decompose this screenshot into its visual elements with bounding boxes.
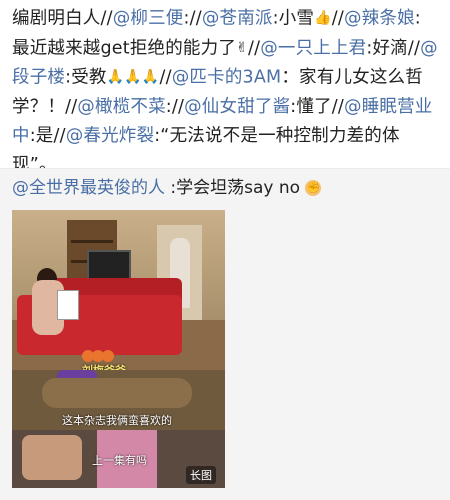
- user-mention-link[interactable]: @辣条娘: [344, 9, 415, 29]
- user-mention-link[interactable]: @一只上上君: [260, 38, 366, 58]
- subtitle-caption: 上一集有吗: [92, 454, 147, 467]
- text-segment: //: [247, 38, 261, 58]
- text-segment: :小雪: [272, 8, 315, 29]
- subtitle-caption: 这本杂志我俩蛮喜欢的: [62, 414, 172, 427]
- long-image-badge: 长图: [186, 466, 216, 484]
- retweet-body: :学会坦荡say no: [165, 178, 301, 198]
- text-segment: :懂了//: [290, 96, 344, 117]
- thumbs-up-icon: 👍: [314, 10, 332, 26]
- text-segment: //: [159, 67, 172, 88]
- user-mention-link[interactable]: @全世界最英俊的人: [12, 178, 165, 198]
- text-segment: ://: [183, 8, 202, 29]
- text-segment: :好滴//: [366, 38, 421, 58]
- subtitle-caption: 刘梅爸爸: [82, 362, 126, 370]
- user-mention-link[interactable]: @仙女甜了酱: [184, 97, 290, 117]
- user-mention-link[interactable]: @橄榄不菜: [77, 97, 166, 117]
- text-segment: 编剧明白人//: [12, 8, 113, 29]
- tv-scene-living-room: 刘梅爸爸: [12, 210, 225, 370]
- folded-hands-icon: 🙏🙏🙏: [106, 69, 160, 85]
- text-segment: ://: [165, 96, 185, 117]
- text-segment: :受教: [65, 67, 107, 88]
- repost-chain-text: 编剧明白人//@柳三便://@苍南派:小雪👍//@辣条娘:最近越来越get拒绝的…: [12, 4, 438, 180]
- long-image-thumbnail[interactable]: 刘梅爸爸 这本杂志我俩蛮喜欢的 上一集有吗: [12, 210, 225, 488]
- user-mention-link[interactable]: @柳三便: [113, 9, 184, 29]
- text-segment: //: [331, 8, 344, 29]
- text-segment: :是//: [29, 125, 66, 146]
- user-mention-link[interactable]: @苍南派: [202, 9, 273, 29]
- user-mention-link[interactable]: @春光炸裂: [66, 126, 155, 146]
- fist-icon: ✊: [305, 180, 322, 196]
- retweet-text: @全世界最英俊的人 :学会坦荡say no ✊: [12, 175, 438, 201]
- victory-hand-icon: ✌: [236, 39, 248, 56]
- user-mention-link[interactable]: @匹卡的3AM: [172, 68, 282, 88]
- tv-scene-closeup: 这本杂志我俩蛮喜欢的: [12, 370, 225, 430]
